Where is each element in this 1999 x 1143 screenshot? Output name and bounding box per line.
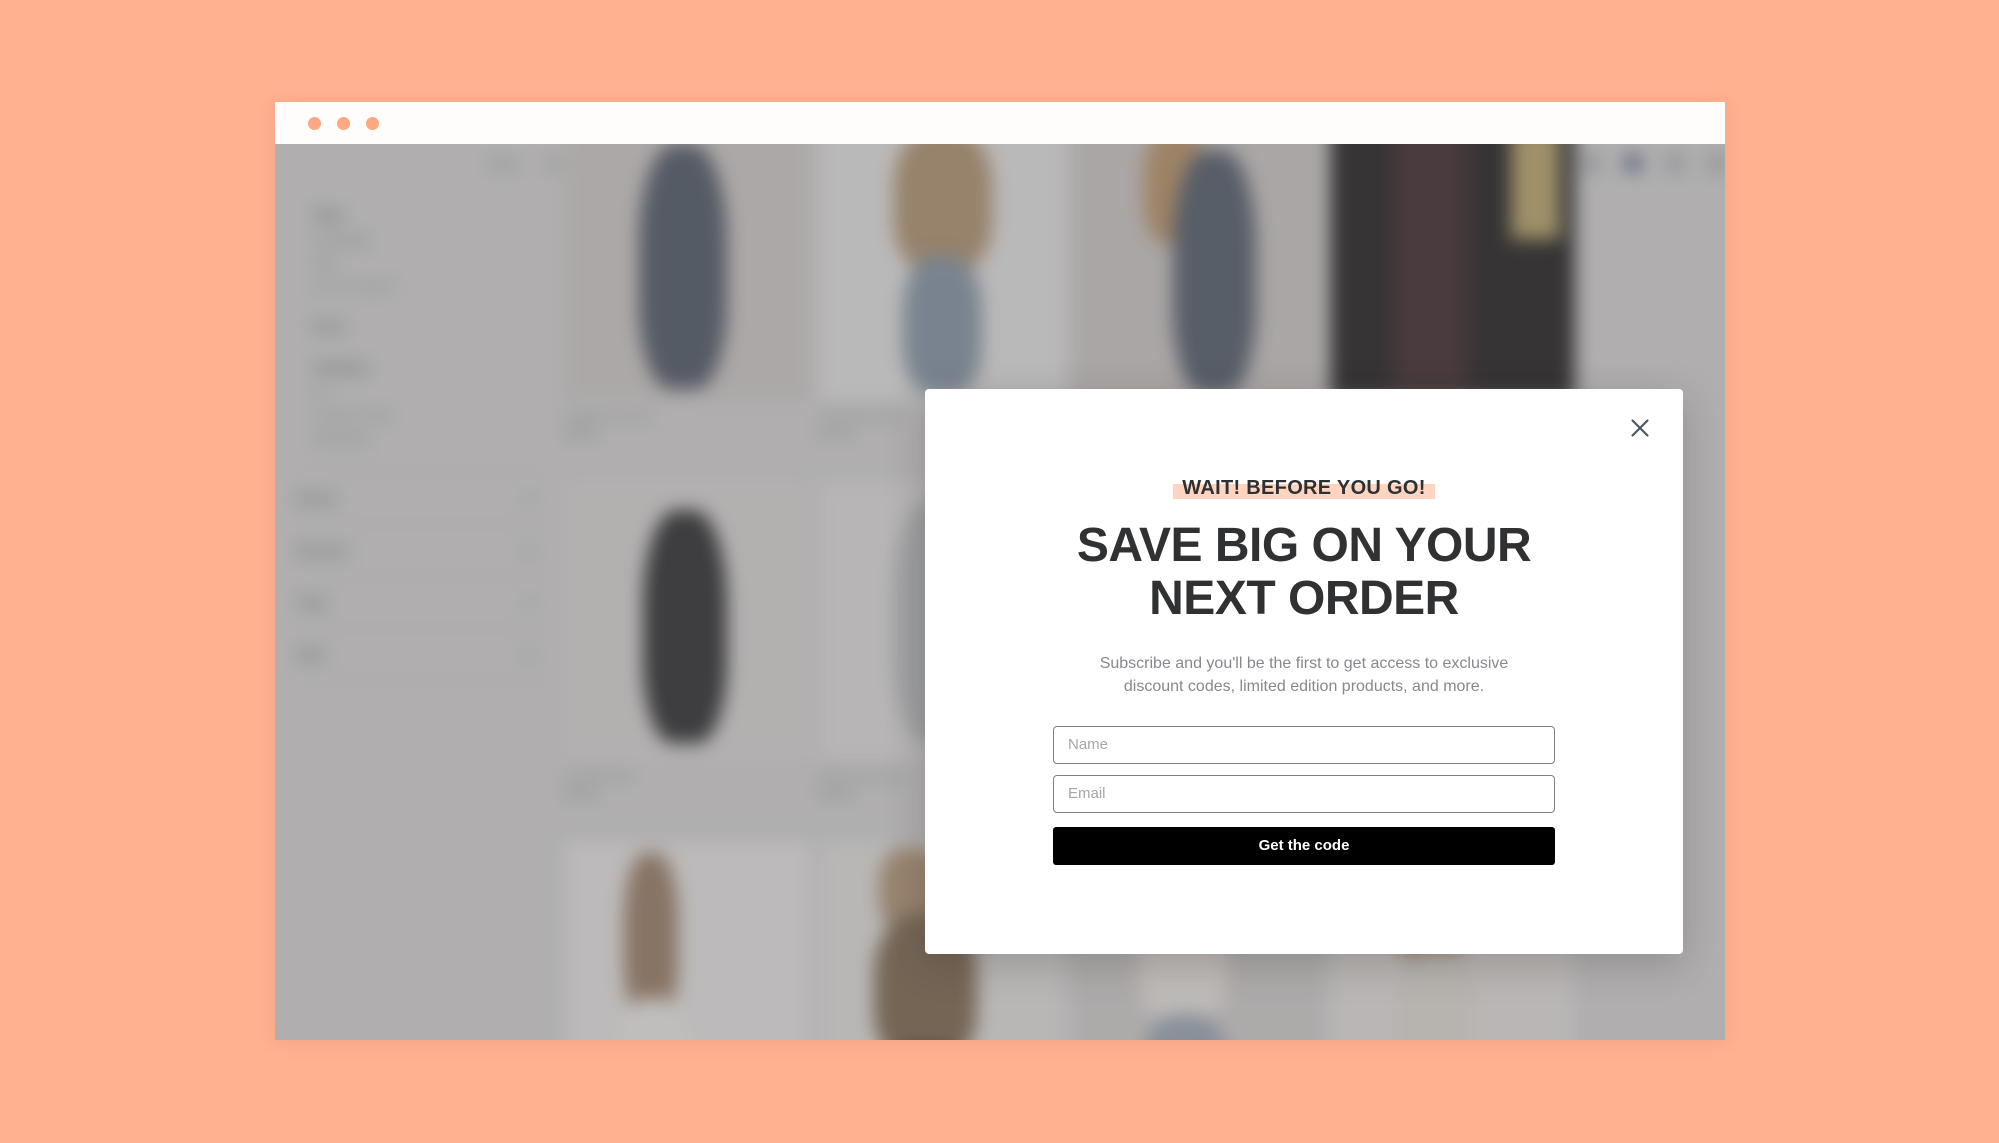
headline-line-2: NEXT ORDER [1149,571,1459,625]
email-field[interactable] [1053,774,1555,813]
modal-body: WAIT! BEFORE YOU GO! SAVE BIG ON YOUR NE… [925,389,1683,865]
modal-eyebrow-wrapper: WAIT! BEFORE YOU GO! [1173,477,1435,500]
browser-title-bar [275,102,1725,144]
browser-window: New Denim Tops Sale Filter Availability … [275,102,1725,1040]
exit-intent-modal: WAIT! BEFORE YOU GO! SAVE BIG ON YOUR NE… [925,389,1683,954]
modal-subtext: Subscribe and you'll be the first to get… [1099,654,1509,695]
traffic-light-minimize-dot[interactable] [337,116,350,130]
traffic-light-maximize-dot[interactable] [366,116,379,130]
subscribe-form: Get the code [1033,725,1575,865]
modal-eyebrow: WAIT! BEFORE YOU GO! [1182,477,1426,499]
close-icon[interactable] [1623,411,1657,445]
traffic-light-close-dot[interactable] [308,116,321,130]
headline-line-1: SAVE BIG ON YOUR [1076,519,1532,572]
get-the-code-button[interactable]: Get the code [1053,826,1555,865]
modal-headline: SAVE BIG ON YOUR NEXT ORDER [1033,519,1575,626]
name-field[interactable] [1053,725,1555,764]
